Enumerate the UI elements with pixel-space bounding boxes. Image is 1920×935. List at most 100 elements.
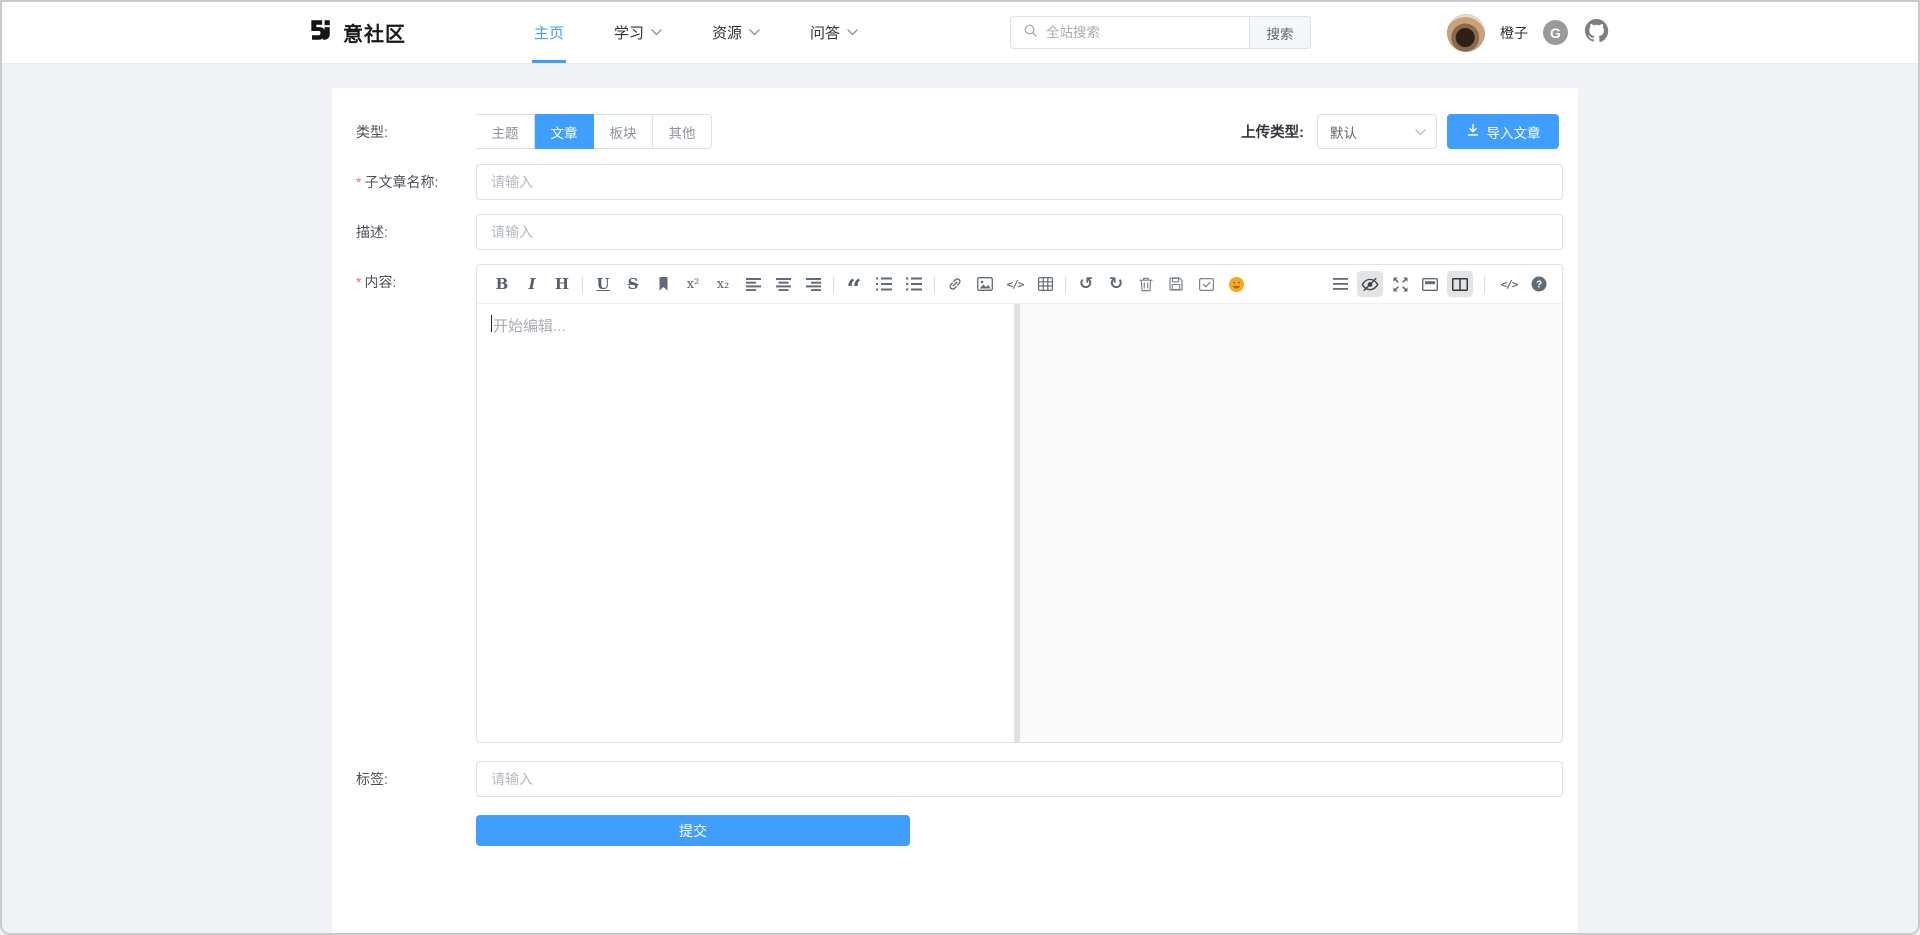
trash-icon[interactable]	[1133, 271, 1159, 297]
align-center-icon[interactable]	[770, 271, 796, 297]
emoji-icon[interactable]	[1223, 271, 1249, 297]
upload-type-value: 默认	[1330, 122, 1357, 142]
undo-icon[interactable]: ↺	[1073, 271, 1099, 297]
content-label: *内容:	[356, 264, 476, 292]
description-input[interactable]	[476, 214, 1563, 250]
fullscreen-icon[interactable]	[1387, 271, 1413, 297]
row-sub-article-name: *子文章名称:	[356, 164, 1578, 200]
search-button[interactable]: 搜索	[1249, 16, 1311, 49]
row-type: 类型: 主题 文章 板块 其他 上传类型: 默认	[356, 114, 1578, 149]
bookmark-icon[interactable]	[650, 271, 676, 297]
row-tags: 标签:	[356, 761, 1578, 797]
publish-form: 类型: 主题 文章 板块 其他 上传类型: 默认	[332, 88, 1578, 846]
search-input-wrap[interactable]	[1010, 16, 1249, 49]
brand-title: 意社区	[343, 18, 406, 47]
tags-label: 标签:	[356, 761, 476, 789]
save-icon[interactable]	[1163, 271, 1189, 297]
table-icon[interactable]	[1032, 271, 1058, 297]
github-icon[interactable]	[1583, 17, 1610, 49]
chevron-down-icon	[847, 29, 858, 36]
row-description: 描述:	[356, 214, 1578, 250]
toolbar-divider	[1484, 276, 1485, 293]
nav-menu: 主页 学习 资源	[534, 2, 858, 63]
heading-icon[interactable]: H	[549, 271, 575, 297]
nav-item[interactable]: 资源	[712, 2, 760, 63]
type-option[interactable]: 板块	[594, 114, 653, 149]
task-list-icon[interactable]	[1193, 271, 1219, 297]
editor-placeholder: 开始编辑...	[493, 315, 566, 336]
toolbar-divider	[1065, 276, 1066, 293]
active-tab-indicator	[532, 60, 566, 63]
sub-article-name-input[interactable]	[476, 164, 1563, 200]
strikethrough-icon[interactable]: S	[620, 271, 646, 297]
yi-logo-icon	[307, 17, 333, 48]
nav-item-label: 主页	[534, 22, 564, 43]
content-card: 类型: 主题 文章 板块 其他 上传类型: 默认	[332, 88, 1578, 933]
subscript-icon[interactable]: x₂	[710, 271, 736, 297]
editor-body: 开始编辑...	[477, 304, 1562, 742]
row-submit: 提交	[356, 815, 1578, 846]
navbar: 意社区 主页 学习	[2, 2, 1918, 64]
toolbar-right-group: </> ?	[1327, 271, 1552, 297]
toolbar-divider	[582, 276, 583, 293]
type-option[interactable]: 主题	[476, 114, 535, 149]
type-options: 主题 文章 板块 其他	[476, 114, 712, 149]
upload-group: 上传类型: 默认 导入文章	[1241, 114, 1559, 149]
split-pane-icon[interactable]	[1447, 271, 1473, 297]
search-input[interactable]	[1046, 25, 1237, 40]
site-search: 搜索	[1010, 16, 1311, 49]
tags-input[interactable]	[476, 761, 1563, 797]
source-code-icon[interactable]: </>	[1496, 271, 1522, 297]
markdown-editor: B I H U S x² x₂	[476, 264, 1563, 743]
bold-icon[interactable]: B	[489, 271, 515, 297]
upload-type-select[interactable]: 默认	[1317, 114, 1437, 149]
ordered-list-icon[interactable]	[871, 271, 897, 297]
editor-input-pane[interactable]: 开始编辑...	[477, 304, 1014, 742]
preview-pane-icon[interactable]	[1417, 271, 1443, 297]
window-frame: 意社区 主页 学习	[0, 0, 1920, 935]
svg-text:?: ?	[1536, 279, 1542, 290]
redo-icon[interactable]: ↻	[1103, 271, 1129, 297]
type-label: 类型:	[356, 114, 476, 142]
gitee-icon[interactable]: G	[1543, 20, 1568, 45]
upload-type-label: 上传类型:	[1241, 121, 1304, 142]
nav-item[interactable]: 问答	[810, 2, 858, 63]
underline-icon[interactable]: U	[590, 271, 616, 297]
quote-icon[interactable]: “	[841, 271, 867, 297]
align-left-icon[interactable]	[740, 271, 766, 297]
superscript-icon[interactable]: x²	[680, 271, 706, 297]
toolbar-divider	[934, 276, 935, 293]
code-icon[interactable]: </>	[1002, 271, 1028, 297]
type-option[interactable]: 其他	[653, 114, 712, 149]
chevron-down-icon	[651, 29, 662, 36]
import-article-button[interactable]: 导入文章	[1447, 114, 1559, 149]
unordered-list-icon[interactable]	[901, 271, 927, 297]
search-icon	[1023, 23, 1038, 43]
align-right-icon[interactable]	[800, 271, 826, 297]
italic-icon[interactable]: I	[519, 271, 545, 297]
type-option[interactable]: 文章	[535, 114, 594, 149]
editor-preview-pane	[1020, 304, 1562, 742]
user-profile: 橙子 G	[1447, 14, 1610, 52]
sub-article-name-label: *子文章名称:	[356, 164, 476, 192]
username: 橙子	[1500, 23, 1528, 43]
navbar-right: 搜索 橙子 G	[1010, 14, 1610, 52]
nav-item[interactable]: 主页	[534, 2, 564, 63]
row-content: *内容: B I H U S x²	[356, 264, 1578, 743]
submit-button[interactable]: 提交	[476, 815, 910, 846]
outline-icon[interactable]	[1327, 271, 1353, 297]
nav-item-label: 资源	[712, 22, 742, 43]
brand[interactable]: 意社区	[307, 17, 406, 48]
avatar[interactable]	[1447, 14, 1485, 52]
help-icon[interactable]: ?	[1526, 271, 1552, 297]
description-label: 描述:	[356, 214, 476, 242]
image-icon[interactable]	[972, 271, 998, 297]
download-icon	[1466, 123, 1480, 140]
chevron-down-icon	[749, 29, 760, 36]
editor-toolbar: B I H U S x² x₂	[477, 265, 1562, 304]
nav-item-label: 问答	[810, 22, 840, 43]
link-icon[interactable]	[942, 271, 968, 297]
nav-item[interactable]: 学习	[614, 2, 662, 63]
preview-toggle-icon[interactable]	[1357, 271, 1383, 297]
nav-item-label: 学习	[614, 22, 644, 43]
